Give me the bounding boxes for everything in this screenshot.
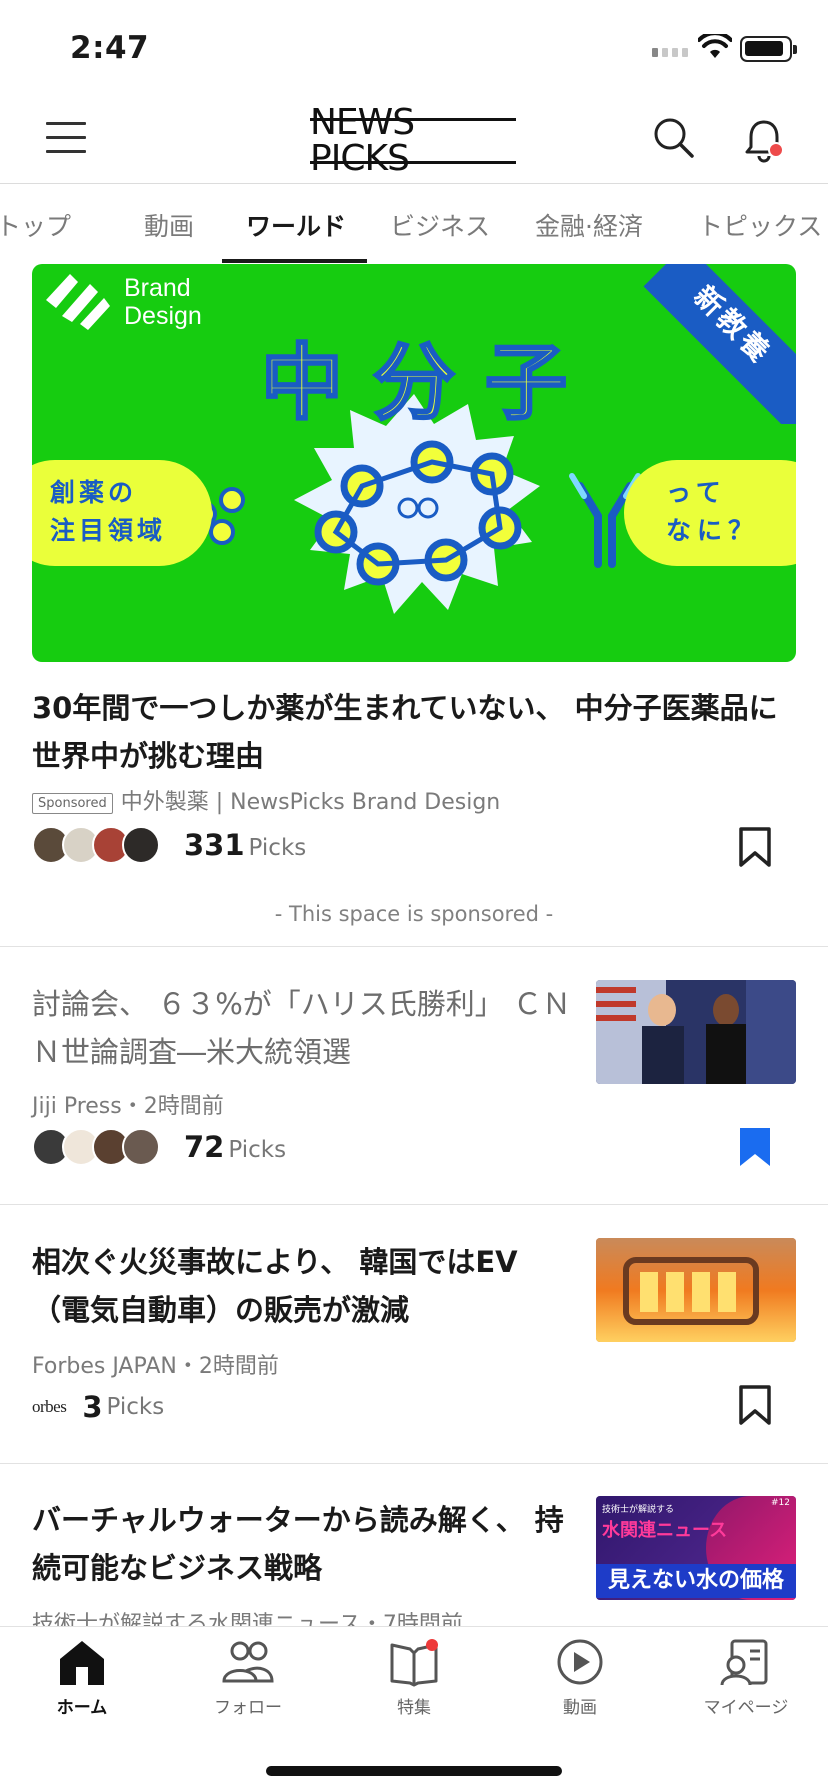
home-icon [60, 1641, 104, 1685]
home-indicator [266, 1766, 562, 1776]
sponsored-banner[interactable]: Brand Design 中分子 新教養 創薬の 注目領域 って なに？ [32, 264, 796, 662]
picks-count[interactable]: 331 Picks [184, 828, 306, 862]
nav-features[interactable]: 特集 [354, 1637, 474, 1718]
divider [0, 1463, 828, 1464]
hamburger-menu-icon[interactable] [46, 122, 86, 156]
search-icon[interactable] [652, 116, 696, 160]
banner-corner-ribbon: 新教養 [636, 264, 796, 424]
nav-home[interactable]: ホーム [22, 1637, 142, 1718]
bookmark-filled-icon[interactable] [738, 1126, 772, 1168]
newspicks-logo[interactable]: NEWS PICKS [310, 105, 516, 177]
tab-topics[interactable]: トピックス [698, 207, 822, 243]
picker-avatars[interactable] [32, 826, 160, 864]
article-title[interactable]: 相次ぐ火災事故により、 韓国ではEV（電気自動車）の販売が激減 [32, 1238, 572, 1334]
tab-finance-economy[interactable]: 金融·経済 [535, 207, 643, 243]
divider [0, 946, 828, 947]
book-icon [390, 1639, 438, 1687]
forbes-logo: orbes [32, 1397, 67, 1416]
status-time: 2:47 [70, 30, 150, 66]
active-tab-indicator [222, 259, 367, 263]
tab-top[interactable]: トップ [0, 207, 71, 243]
app-header: NEWS PICKS [0, 100, 828, 184]
article-source: Jiji Press・2時間前 [32, 1094, 224, 1119]
picks-count[interactable]: orbes 3 Picks [32, 1390, 164, 1424]
article-title[interactable]: 30年間で一つしか薬が生まれていない、 中分子医薬品に世界中が挑む理由 [32, 684, 796, 780]
wifi-icon [698, 34, 732, 58]
status-bar: 2:47 [0, 0, 828, 100]
cellular-signal-icon [652, 48, 688, 57]
article-source: Sponsored 中外製薬 | NewsPicks Brand Design [32, 784, 500, 816]
nav-video[interactable]: 動画 [520, 1637, 640, 1718]
people-icon [222, 1641, 274, 1683]
bookmark-icon[interactable] [738, 1384, 772, 1426]
profile-icon [720, 1639, 768, 1686]
avatar [122, 826, 160, 864]
tab-video[interactable]: 動画 [144, 207, 194, 243]
picker-avatars[interactable] [32, 1128, 160, 1166]
category-tabs: トップ 動画 ワールド ビジネス 金融·経済 トピックス [0, 185, 828, 263]
battery-icon [740, 36, 797, 62]
bookmark-icon[interactable] [738, 826, 772, 868]
article-source: Forbes JAPAN・2時間前 [32, 1354, 279, 1379]
article-title[interactable]: バーチャルウォーターから読み解く、 持続可能なビジネス戦略 [32, 1496, 572, 1592]
article-thumbnail[interactable] [596, 1238, 796, 1342]
nav-follow[interactable]: フォロー [188, 1637, 308, 1718]
banner-left-text: 創薬の 注目領域 [50, 478, 167, 545]
tab-business[interactable]: ビジネス [390, 207, 490, 243]
sponsored-badge: Sponsored [32, 792, 113, 814]
banner-right-text: って なに？ [666, 478, 760, 545]
article-thumbnail[interactable]: #12 技術士が解説する 水関連ニュース 見えない水の価格 [596, 1496, 796, 1600]
article-title[interactable]: 討論会、 ６３%が「ハリス氏勝利」 ＣＮＮ世論調査―米大統領選 [32, 980, 572, 1076]
nav-mypage[interactable]: マイページ [686, 1637, 806, 1718]
picks-count[interactable]: 72 Picks [184, 1130, 286, 1164]
divider [0, 1204, 828, 1205]
play-icon [557, 1639, 603, 1685]
article-thumbnail[interactable] [596, 980, 796, 1084]
notification-dot [768, 142, 784, 158]
tab-world[interactable]: ワールド [246, 207, 346, 243]
avatar [122, 1128, 160, 1166]
sponsored-note: - This space is sponsored - [274, 902, 554, 926]
